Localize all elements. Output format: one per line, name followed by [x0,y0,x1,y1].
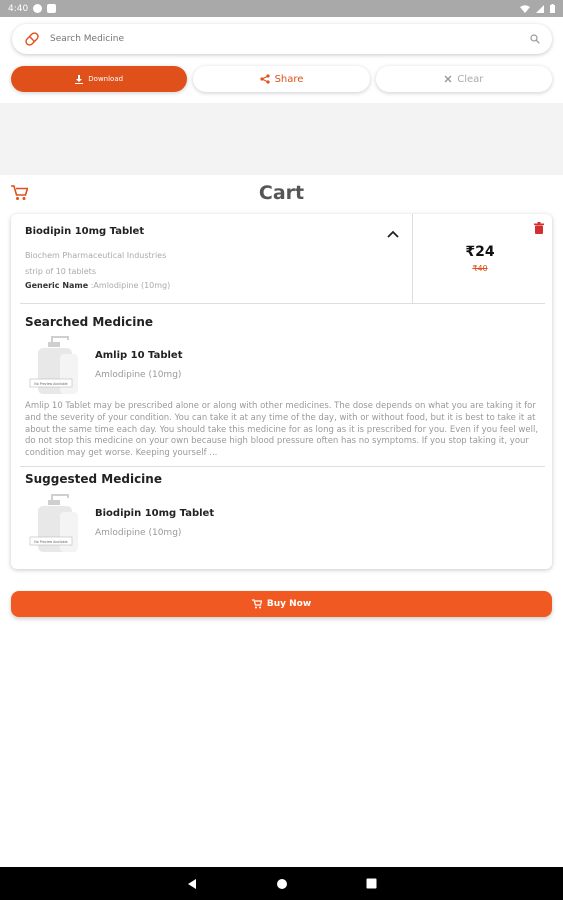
recents-icon[interactable] [366,878,377,889]
thumbnail-label: No Preview Available [34,382,67,386]
system-nav-bar [0,867,563,900]
share-icon [259,74,270,84]
searched-medicine-generic: Amlodipine (10mg) [95,370,182,380]
searched-medicine-title: Searched Medicine [25,315,154,329]
home-icon[interactable] [276,878,288,890]
cart-icon [251,599,262,609]
item-pack: strip of 10 tablets [25,267,96,276]
search-icon[interactable] [530,34,540,44]
download-icon [75,74,84,84]
share-button[interactable]: Share [193,66,370,92]
status-time: 4:40 [8,3,29,14]
signal-icon [536,4,544,13]
item-mrp: ₹40 [472,264,488,273]
notification-icon [47,4,57,13]
item-name: Biodipin 10mg Tablet [25,226,145,237]
trash-icon[interactable] [534,222,544,234]
clear-button[interactable]: Clear [375,66,552,92]
search-bar[interactable] [12,24,552,54]
banner-area [0,103,563,175]
page-title: Cart [258,182,305,204]
generic-name-label: Generic Name [25,281,89,290]
suggested-medicine-title: Suggested Medicine [25,472,162,486]
search-input[interactable] [50,34,530,44]
wifi-icon [520,4,530,13]
back-icon[interactable] [186,878,198,890]
share-label: Share [274,73,304,85]
medicine-thumbnail[interactable]: No Preview Available [28,492,90,554]
suggested-medicine-name[interactable]: Biodipin 10mg Tablet [95,508,214,519]
download-button[interactable]: Download [11,66,188,92]
item-price: ₹24 [465,244,495,260]
close-icon [444,75,452,83]
cart-item: Biodipin 10mg Tablet Biochem Pharmaceuti… [11,214,552,303]
searched-medicine-name: Amlip 10 Tablet [95,350,183,361]
divider [20,303,545,304]
searched-medicine-description: Amlip 10 Tablet may be prescribed alone … [25,401,539,459]
item-manufacturer: Biochem Pharmaceutical Industries [25,251,167,260]
download-label: Download [88,75,124,83]
thumbnail-label: No Preview Available [34,540,67,544]
chevron-up-icon[interactable] [386,229,400,239]
buy-now-label: Buy Now [266,599,312,609]
medicine-thumbnail[interactable]: No Preview Available [28,334,90,396]
pill-icon [25,32,39,46]
action-bar: Download Share Clear [11,66,552,92]
battery-icon [550,4,555,13]
suggested-medicine-generic: Amlodipine (10mg) [95,528,182,538]
clear-label: Clear [457,73,484,85]
app-notification-icon [33,4,43,13]
generic-name-value: :Amlodipine (10mg) [90,281,171,290]
cart-card: Biodipin 10mg Tablet Biochem Pharmaceuti… [11,214,552,569]
divider [20,466,545,467]
status-bar: 4:40 [0,0,563,17]
buy-now-button[interactable]: Buy Now [11,591,552,617]
